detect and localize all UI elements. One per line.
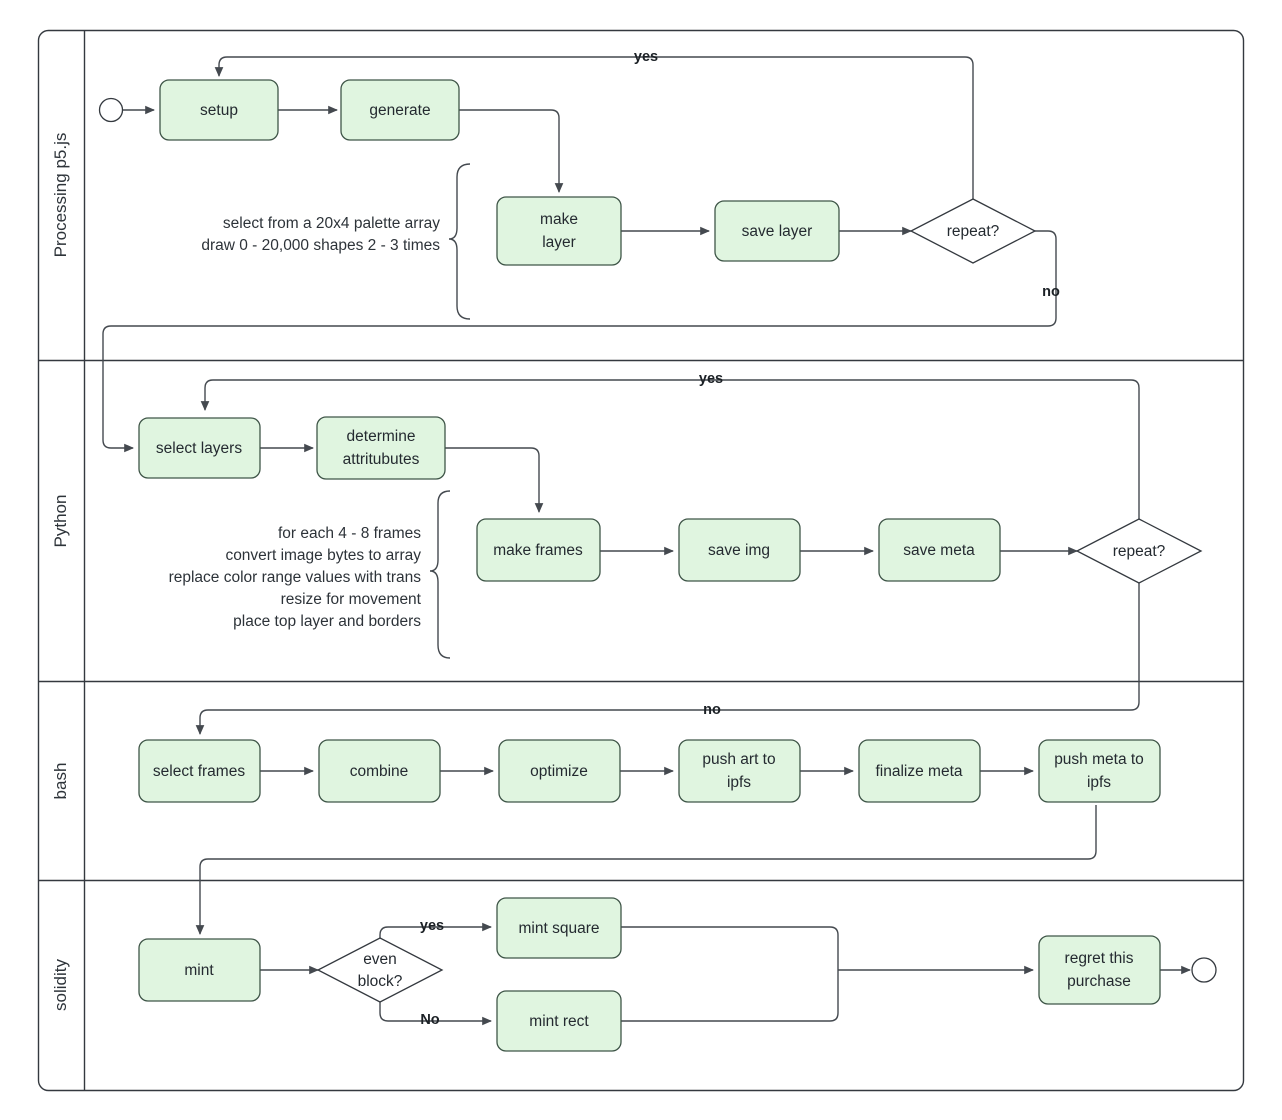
node-setup[interactable]: setup xyxy=(159,79,279,141)
node-mint-square-label: mint square xyxy=(519,920,600,937)
edge-label-bash-no: no xyxy=(703,702,721,718)
node-push-art-to-ipfs[interactable]: push art to ipfs xyxy=(678,739,801,803)
lane-frames xyxy=(37,29,1245,1092)
lane-label-solidity: solidity xyxy=(51,959,70,1011)
edge-determine-to-make-frames xyxy=(445,447,544,513)
node-generate[interactable]: generate xyxy=(340,79,460,141)
edge-repeat-yes-to-setup xyxy=(214,56,974,200)
node-regret-this-purchase[interactable]: regret this purchase xyxy=(1038,935,1161,1005)
edge-mint-square-to-merge xyxy=(621,926,839,970)
edge-generate-to-make-layer xyxy=(459,109,564,193)
node-make-frames-label: make frames xyxy=(493,542,583,559)
node-combine-label: combine xyxy=(350,763,409,780)
node-save-img-label: save img xyxy=(708,542,770,559)
node-optimize[interactable]: optimize xyxy=(498,739,621,803)
annotation-p5-line2: draw 0 - 20,000 shapes 2 - 3 times xyxy=(201,237,440,254)
node-repeat-python-label: repeat? xyxy=(1113,543,1166,560)
end-event-circle[interactable] xyxy=(1191,957,1217,983)
node-regret-label-line1: regret this xyxy=(1065,950,1134,967)
node-determine-attributes[interactable]: determine attritubutes xyxy=(316,416,446,480)
node-select-frames-label: select frames xyxy=(153,763,245,780)
node-make-layer-label-line1: make xyxy=(540,211,578,228)
node-save-meta[interactable]: save meta xyxy=(878,518,1001,582)
annotation-python-line1: for each 4 - 8 frames xyxy=(278,525,421,542)
node-repeat-p5[interactable]: repeat? xyxy=(909,198,1037,264)
node-optimize-label: optimize xyxy=(530,763,588,780)
edge-push-meta-to-mint xyxy=(195,805,1097,935)
node-even-block-label-line1: even xyxy=(363,951,397,968)
annotation-python-brace xyxy=(429,490,451,659)
node-push-art-label-line1: push art to xyxy=(702,751,775,768)
node-select-frames[interactable]: select frames xyxy=(138,739,261,803)
node-setup-label: setup xyxy=(200,102,238,119)
edge-label-even-yes: yes xyxy=(420,918,444,934)
node-select-layers[interactable]: select layers xyxy=(138,417,261,479)
flowchart-canvas: Processing p5.js Python bash solidity ye… xyxy=(0,0,1282,1120)
node-mint-rect-label: mint rect xyxy=(529,1013,589,1030)
node-mint[interactable]: mint xyxy=(138,938,261,1002)
annotation-p5-brace xyxy=(448,163,471,320)
node-save-meta-label: save meta xyxy=(903,542,975,559)
node-make-layer-label-line2: layer xyxy=(542,234,576,251)
node-mint-label: mint xyxy=(184,962,214,979)
node-finalize-meta[interactable]: finalize meta xyxy=(858,739,981,803)
edge-mint-rect-to-merge xyxy=(621,970,839,1022)
node-determine-label-line1: determine xyxy=(347,428,416,445)
lane-solidity-nodes: mint even block? mint square mint rect r… xyxy=(138,897,1217,1052)
lane-outer-frame xyxy=(37,29,1245,1092)
edge-label-p5-yes: yes xyxy=(634,49,658,65)
node-determine-label-line2: attritubutes xyxy=(343,451,420,468)
annotation-p5: select from a 20x4 palette array draw 0 … xyxy=(201,163,471,320)
node-generate-label: generate xyxy=(369,102,430,119)
edge-label-p5-no: no xyxy=(1042,284,1060,300)
annotation-python: for each 4 - 8 frames convert image byte… xyxy=(169,490,451,659)
edge-label-even-no: No xyxy=(420,1012,439,1028)
node-save-layer[interactable]: save layer xyxy=(714,200,840,262)
edge-label-py-yes: yes xyxy=(699,371,723,387)
lane-label-python: Python xyxy=(51,495,70,548)
node-mint-square[interactable]: mint square xyxy=(496,897,622,959)
node-push-meta-label-line2: ipfs xyxy=(1087,774,1111,791)
swimlane-flowchart: Processing p5.js Python bash solidity ye… xyxy=(37,29,1245,1092)
node-finalize-meta-label: finalize meta xyxy=(875,763,962,780)
node-regret-label-line2: purchase xyxy=(1067,973,1131,990)
node-even-block[interactable]: even block? xyxy=(316,937,444,1003)
node-push-meta-label-line1: push meta to xyxy=(1054,751,1144,768)
annotation-python-line4: resize for movement xyxy=(281,591,422,608)
node-make-frames[interactable]: make frames xyxy=(476,518,601,582)
node-select-layers-label: select layers xyxy=(156,440,242,457)
node-mint-rect[interactable]: mint rect xyxy=(496,990,622,1052)
node-make-layer[interactable]: make layer xyxy=(496,196,622,266)
annotation-python-line2: convert image bytes to array xyxy=(225,547,421,564)
node-save-layer-label: save layer xyxy=(742,223,813,240)
node-push-meta-to-ipfs[interactable]: push meta to ipfs xyxy=(1038,739,1161,803)
node-combine[interactable]: combine xyxy=(318,739,441,803)
node-save-img[interactable]: save img xyxy=(678,518,801,582)
node-repeat-python[interactable]: repeat? xyxy=(1075,518,1203,584)
lane-label-processing: Processing p5.js xyxy=(51,133,70,258)
start-event-circle[interactable] xyxy=(98,97,124,123)
node-even-block-label-line2: block? xyxy=(358,973,403,990)
annotation-python-line5: place top layer and borders xyxy=(233,613,421,630)
node-repeat-p5-label: repeat? xyxy=(947,223,1000,240)
lane-label-bash: bash xyxy=(51,763,70,800)
node-push-art-label-line2: ipfs xyxy=(727,774,751,791)
annotation-p5-line1: select from a 20x4 palette array xyxy=(223,215,440,232)
annotation-python-line3: replace color range values with trans xyxy=(169,569,422,586)
